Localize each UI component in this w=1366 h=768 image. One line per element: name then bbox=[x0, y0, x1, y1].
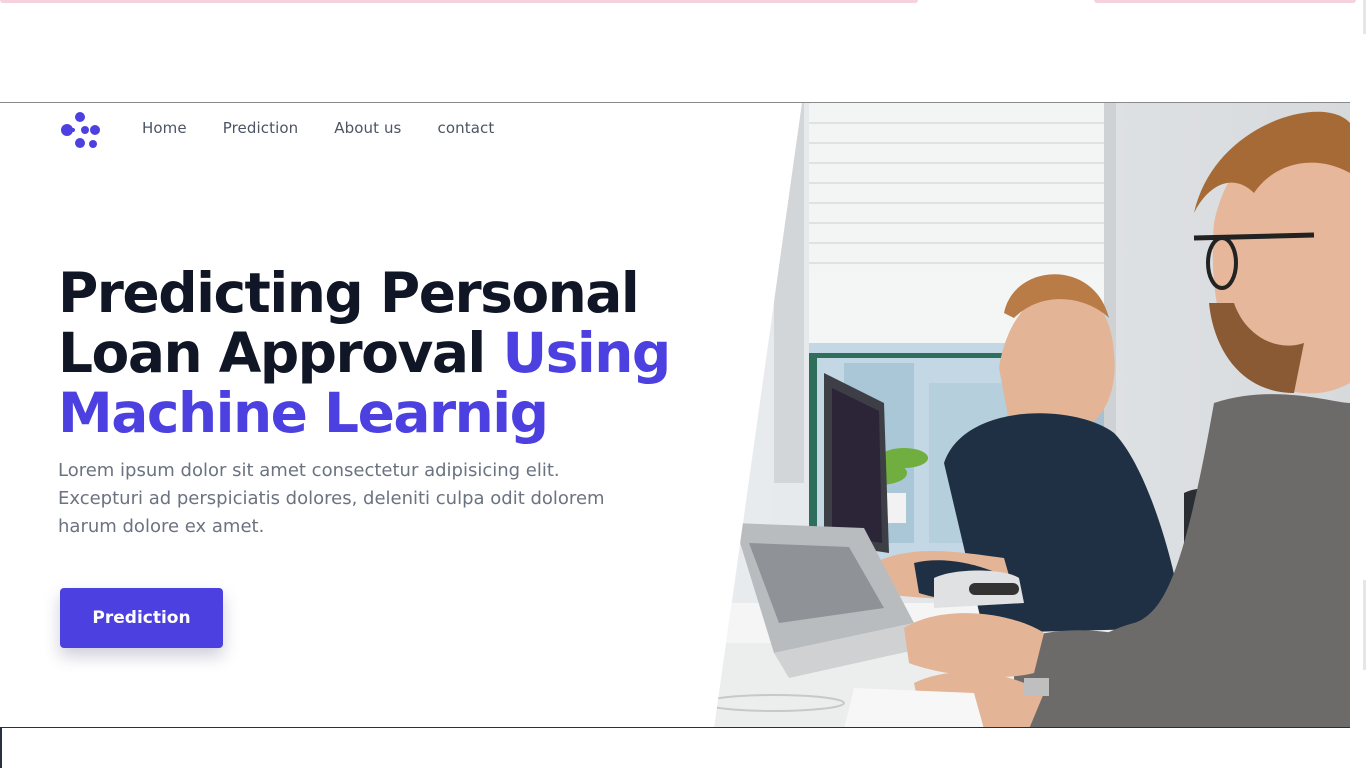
top-strip-segment bbox=[0, 0, 918, 3]
nav-prediction-link[interactable]: Prediction bbox=[223, 119, 299, 137]
nav-about-link[interactable]: About us bbox=[334, 119, 401, 137]
hero-description: Lorem ipsum dolor sit amet consectetur a… bbox=[58, 460, 605, 537]
next-section bbox=[0, 727, 1350, 768]
scrollbar[interactable] bbox=[1362, 0, 1366, 768]
hero-title: Predicting Personal Loan Approval Using … bbox=[58, 263, 718, 443]
dots-logo-icon[interactable] bbox=[58, 108, 102, 148]
main-nav: Home Prediction About us contact bbox=[142, 119, 494, 137]
nav-home-link[interactable]: Home bbox=[142, 119, 187, 137]
nav-contact-link[interactable]: contact bbox=[437, 119, 494, 137]
top-decorative-strip bbox=[0, 0, 1366, 4]
top-strip-segment bbox=[1094, 0, 1356, 3]
prediction-button[interactable]: Prediction bbox=[60, 588, 223, 648]
hero-section: Home Prediction About us contact Predict… bbox=[0, 102, 1350, 729]
office-workers-photo bbox=[714, 103, 1350, 729]
